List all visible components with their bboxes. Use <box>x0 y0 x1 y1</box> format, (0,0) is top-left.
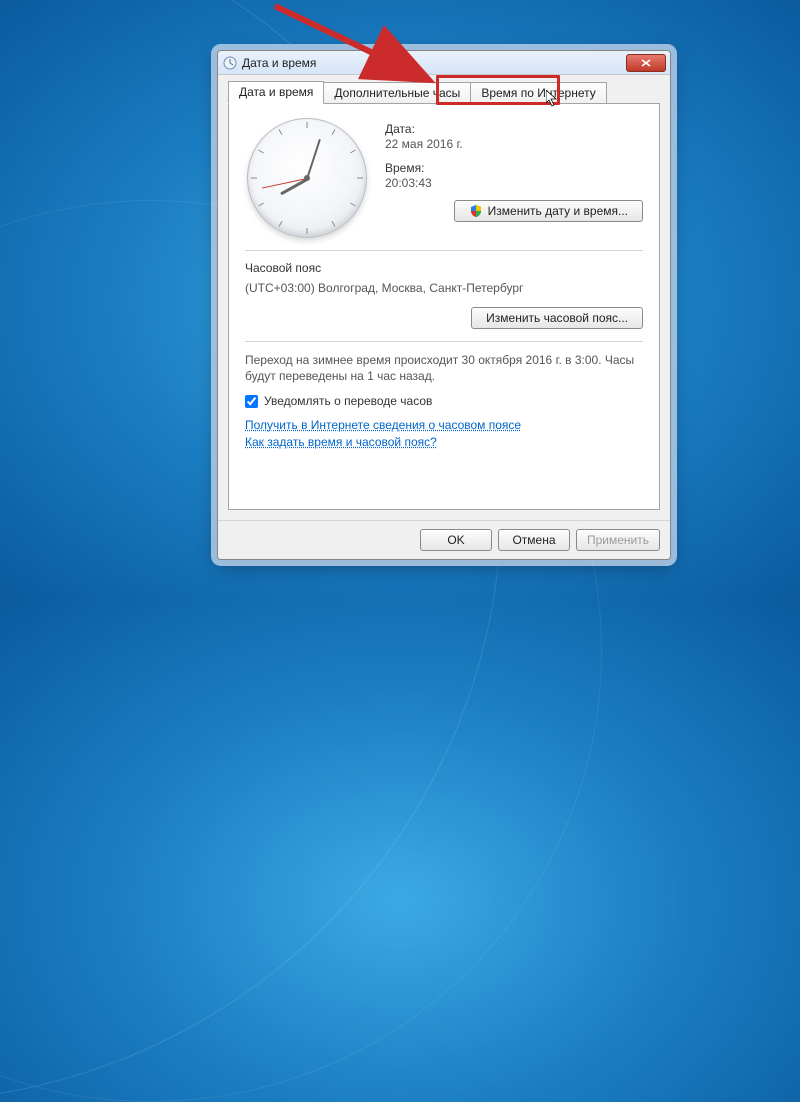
tab-internet-time[interactable]: Время по Интернету <box>470 82 606 104</box>
change-timezone-button[interactable]: Изменить часовой пояс... <box>471 307 643 329</box>
time-value: 20:03:43 <box>385 176 643 190</box>
time-label: Время: <box>385 161 643 175</box>
change-date-time-button[interactable]: Изменить дату и время... <box>454 200 643 222</box>
date-label: Дата: <box>385 122 643 136</box>
timezone-label: Часовой пояс <box>245 261 643 275</box>
analog-clock <box>247 118 367 238</box>
apply-button[interactable]: Применить <box>576 529 660 551</box>
dst-notify-row[interactable]: Уведомлять о переводе часов <box>245 394 643 408</box>
uac-shield-icon <box>469 204 483 218</box>
tab-panel-date-time: Дата: 22 мая 2016 г. Время: 20:03:43 <box>228 103 660 510</box>
timezone-value: (UTC+03:00) Волгоград, Москва, Санкт-Пет… <box>245 281 643 295</box>
dst-notify-checkbox[interactable] <box>245 395 258 408</box>
cancel-button[interactable]: Отмена <box>498 529 570 551</box>
close-button[interactable] <box>626 54 666 72</box>
link-timezone-info[interactable]: Получить в Интернете сведения о часовом … <box>245 418 521 432</box>
change-date-time-label: Изменить дату и время... <box>488 204 628 218</box>
window-title: Дата и время <box>242 56 626 70</box>
ok-button[interactable]: OK <box>420 529 492 551</box>
date-time-dialog: Дата и время Дата и время Дополнительные… <box>217 50 671 560</box>
clock-icon <box>222 55 238 71</box>
tab-strip: Дата и время Дополнительные часы Время п… <box>228 81 660 104</box>
titlebar[interactable]: Дата и время <box>218 51 670 75</box>
date-value: 22 мая 2016 г. <box>385 137 643 151</box>
tab-additional-clocks[interactable]: Дополнительные часы <box>323 82 471 104</box>
dst-info-text: Переход на зимнее время происходит 30 ок… <box>245 352 643 384</box>
link-howto[interactable]: Как задать время и часовой пояс? <box>245 435 437 449</box>
change-timezone-label: Изменить часовой пояс... <box>486 311 628 325</box>
dialog-footer: OK Отмена Применить <box>218 520 670 559</box>
cursor-icon <box>546 90 560 108</box>
dst-notify-label: Уведомлять о переводе часов <box>264 394 432 408</box>
tab-date-time[interactable]: Дата и время <box>228 81 324 104</box>
